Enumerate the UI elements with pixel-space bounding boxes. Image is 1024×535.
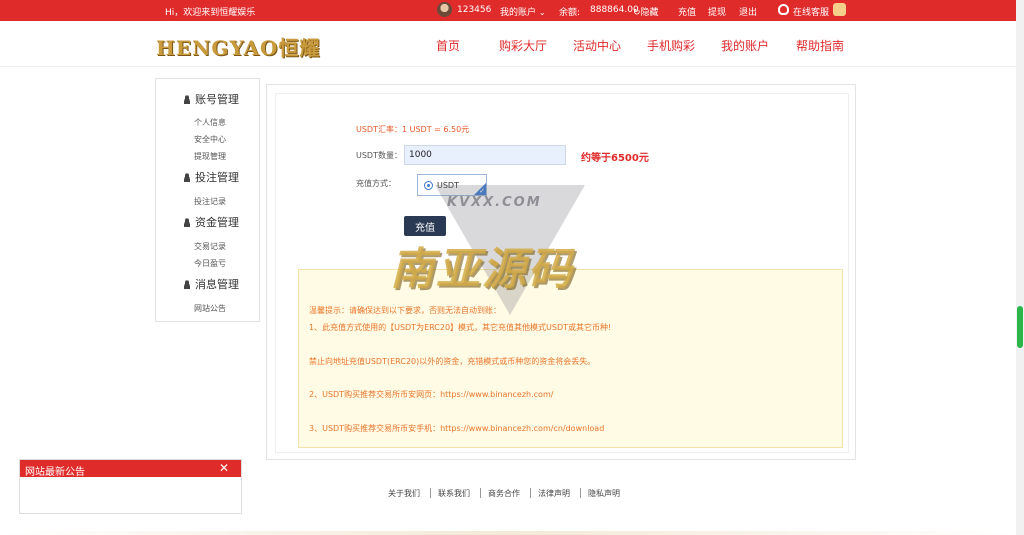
hide-balance-button[interactable]: ↻隐藏 xyxy=(633,5,659,18)
chevron-down-icon: ⌄ xyxy=(538,8,546,17)
notice-line: 温馨提示：请确保达到以下要求，否则无法自动到账： xyxy=(309,306,501,315)
announcement-header: 网站最新公告 ✕ xyxy=(20,460,241,478)
close-icon[interactable]: ✕ xyxy=(219,461,229,475)
username: 123456 xyxy=(457,5,492,15)
section-message-management[interactable]: 消息管理 xyxy=(183,276,239,292)
sidebar-item-bet-records[interactable]: 投注记录 xyxy=(194,196,226,207)
footer-legal[interactable]: 法律声明 xyxy=(538,488,570,499)
user-icon xyxy=(183,95,191,104)
footer-privacy[interactable]: 隐私声明 xyxy=(588,488,620,499)
deposit-link[interactable]: 充值 xyxy=(678,5,696,18)
method-option-usdt[interactable]: USDT ✓ xyxy=(417,174,487,196)
nav-mobile-lottery[interactable]: 手机购彩 xyxy=(647,37,695,54)
logout-link[interactable]: 退出 xyxy=(739,5,757,18)
sidebar-item-withdraw-management[interactable]: 提现管理 xyxy=(194,151,226,162)
notice-line: 2、USDT购买推荐交易所币安网页：https://www.binancezh.… xyxy=(309,390,554,399)
footer-divider xyxy=(580,488,581,498)
scrollbar-thumb[interactable] xyxy=(1017,306,1023,348)
user-icon xyxy=(183,173,191,182)
my-account-label: 我的账户 xyxy=(500,8,537,18)
notice-box: 温馨提示：请确保达到以下要求，否则无法自动到账： 1、此充值方式使用的【USDT… xyxy=(298,269,843,448)
notice-line: 3、USDT购买推荐交易所币安手机：https://www.binancezh.… xyxy=(309,424,605,433)
announcement-title: 网站最新公告 xyxy=(25,467,85,478)
usdt-qty-label: USDT数量： xyxy=(356,151,402,160)
section-title: 消息管理 xyxy=(195,278,239,291)
sidebar-item-security[interactable]: 安全中心 xyxy=(194,134,226,145)
check-icon: ✓ xyxy=(479,187,485,195)
footer-contact[interactable]: 联系我们 xyxy=(438,488,470,499)
usdt-rate-text: USDT汇率：1 USDT = 6.50元 xyxy=(356,125,470,134)
my-account-menu[interactable]: 我的账户 ⌄ xyxy=(500,5,546,18)
footer-business[interactable]: 商务合作 xyxy=(488,488,520,499)
welcome-text: Hi，欢迎来到恒耀娱乐 xyxy=(165,8,256,18)
page-scrollbar[interactable] xyxy=(1016,0,1024,535)
sidebar-item-transactions[interactable]: 交易记录 xyxy=(194,241,226,252)
service-avatar-icon[interactable] xyxy=(833,3,846,16)
deposit-submit-button[interactable]: 充值 xyxy=(404,216,446,236)
nav-my-account[interactable]: 我的账户 xyxy=(721,37,769,54)
hide-label: 隐藏 xyxy=(640,8,659,18)
site-logo[interactable]: HENGYAO恒耀 xyxy=(156,32,319,60)
method-option-label: USDT xyxy=(437,181,459,190)
section-title: 投注管理 xyxy=(195,171,239,184)
nav-help-guide[interactable]: 帮助指南 xyxy=(796,37,844,54)
nav-home[interactable]: 首页 xyxy=(436,37,460,54)
top-bar: Hi，欢迎来到恒耀娱乐 123456 我的账户 ⌄ 余额: 888864.00 … xyxy=(0,0,1024,21)
balance-label: 余额: xyxy=(559,8,581,18)
footer-divider xyxy=(430,488,431,498)
withdraw-link[interactable]: 提现 xyxy=(708,5,726,18)
nav-lottery-hall[interactable]: 购彩大厅 xyxy=(499,37,547,54)
announcement-popup: 网站最新公告 ✕ xyxy=(19,459,242,514)
deposit-panel: USDT汇率：1 USDT = 6.50元 USDT数量： 约等于6500元 充… xyxy=(266,84,856,460)
usdt-qty-input[interactable] xyxy=(404,145,566,165)
footer-about[interactable]: 关于我们 xyxy=(388,488,420,499)
notice-line: 禁止向地址充值USDT(ERC20)以外的资金，充错模式或币种您的资金将会丢失。 xyxy=(309,357,596,366)
section-bet-management[interactable]: 投注管理 xyxy=(183,169,239,185)
deposit-method-label: 充值方式： xyxy=(356,179,396,188)
headset-icon xyxy=(778,4,789,15)
online-service-link[interactable]: 在线客服 xyxy=(793,5,829,18)
main-header: HENGYAO恒耀 首页 购彩大厅 活动中心 手机购彩 我的账户 帮助指南 xyxy=(0,21,1024,67)
radio-selected[interactable] xyxy=(424,181,433,190)
sidebar-item-announcements[interactable]: 网站公告 xyxy=(194,303,226,314)
sidebar-item-today-pnl[interactable]: 今日盈亏 xyxy=(194,258,226,269)
user-avatar[interactable] xyxy=(437,2,452,17)
section-title: 账号管理 xyxy=(195,93,239,106)
bottom-decoration xyxy=(0,531,1016,535)
refresh-icon: ↻ xyxy=(633,8,641,18)
account-sidebar: 账号管理 个人信息 安全中心 提现管理 投注管理 投注记录 资金管理 交易记录 … xyxy=(155,78,260,322)
section-funds-management[interactable]: 资金管理 xyxy=(183,214,239,230)
approx-amount: 约等于6500元 xyxy=(581,153,649,164)
balance-value: 888864.00 xyxy=(590,5,639,15)
section-account-management[interactable]: 账号管理 xyxy=(183,91,239,107)
section-title: 资金管理 xyxy=(195,216,239,229)
user-icon xyxy=(183,218,191,227)
footer-divider xyxy=(480,488,481,498)
footer-divider xyxy=(530,488,531,498)
notice-line: 1、此充值方式使用的【USDT为ERC20】模式，其它充值其他模式USDT或其它… xyxy=(309,323,612,332)
nav-activity-center[interactable]: 活动中心 xyxy=(573,37,621,54)
user-icon xyxy=(183,280,191,289)
deposit-form: USDT汇率：1 USDT = 6.50元 USDT数量： 约等于6500元 充… xyxy=(275,93,849,453)
sidebar-item-profile[interactable]: 个人信息 xyxy=(194,117,226,128)
